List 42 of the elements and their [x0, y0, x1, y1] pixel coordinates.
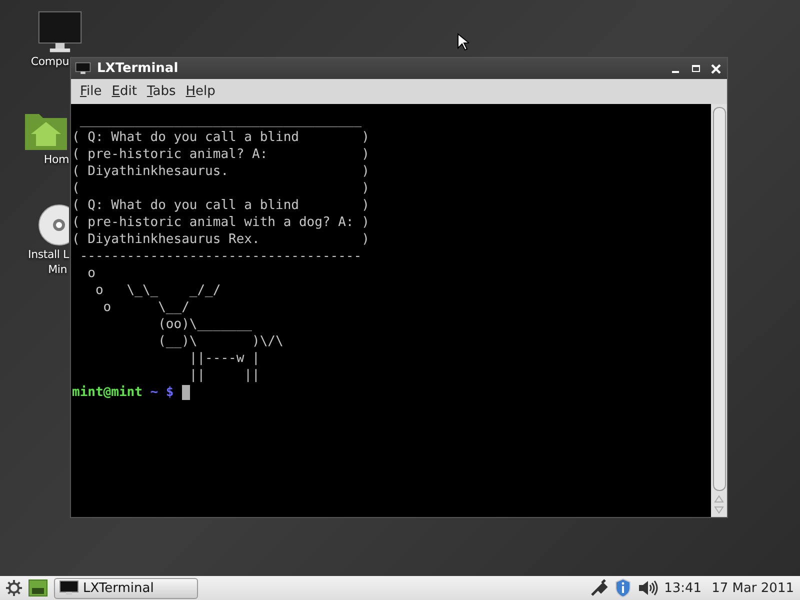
terminal-line: ( ) [72, 180, 370, 197]
terminal-line: ( Q: What do you call a blind ) [72, 197, 370, 214]
prompt-user: mint@mint [72, 384, 142, 401]
terminal-line: o \__/ [102, 299, 190, 316]
scrollbar-thumb[interactable] [712, 107, 726, 491]
terminal-line: ( pre-historic animal with a dog? A: ) [72, 214, 370, 231]
settings-icon[interactable] [6, 580, 22, 596]
terminal-line: ||----w | [188, 350, 261, 367]
icon-label[interactable]: Min [48, 262, 67, 277]
menu-item[interactable]: Edit [106, 82, 142, 101]
terminal-line: ( Diyathinkhesaurus Rex. ) [72, 231, 370, 248]
text-cursor [182, 385, 190, 400]
speaker-icon[interactable] [638, 580, 658, 596]
date[interactable]: 17 Mar 2011 [712, 580, 794, 596]
terminal-icon [59, 580, 79, 596]
scrollbar[interactable] [711, 104, 727, 517]
terminal-line: ( Diyathinkhesaurus. ) [72, 163, 370, 180]
monitor-icon [36, 10, 84, 54]
terminal-line: (__)\ )\/\ [157, 333, 284, 350]
window-title: LXTerminal [97, 61, 180, 76]
prompt-path: ~ $ [150, 384, 174, 401]
menu-item[interactable]: Help [180, 82, 220, 101]
terminal-line: ------------------------------------ [78, 248, 363, 265]
close-button[interactable] [709, 62, 723, 76]
icon-label[interactable]: Install L [28, 247, 69, 262]
desktop-icon[interactable] [28, 579, 48, 597]
icon-label[interactable]: Hom [44, 152, 69, 167]
terminal-line: o \_\_ _/_/ [94, 282, 222, 299]
clock[interactable]: 13:41 [664, 580, 702, 596]
terminal-line: ( Q: What do you call a blind ) [72, 129, 370, 146]
mouse-pointer-icon [457, 33, 469, 51]
terminal-line: ____________________________________ [78, 112, 363, 129]
menu-item[interactable]: Tabs [142, 82, 181, 101]
terminal-line: || || [188, 367, 261, 384]
terminal-line: o [86, 265, 96, 282]
terminal-line: (oo)\_______ [157, 316, 254, 333]
info-shield-icon[interactable] [614, 578, 632, 598]
menu-item[interactable]: File [75, 82, 107, 101]
taskbar-button[interactable]: LXTerminal [54, 578, 198, 598]
terminal-line: ( pre-historic animal? A: ) [72, 146, 370, 163]
icon-label[interactable]: Compu [30, 54, 69, 69]
terminal-icon [75, 62, 91, 75]
